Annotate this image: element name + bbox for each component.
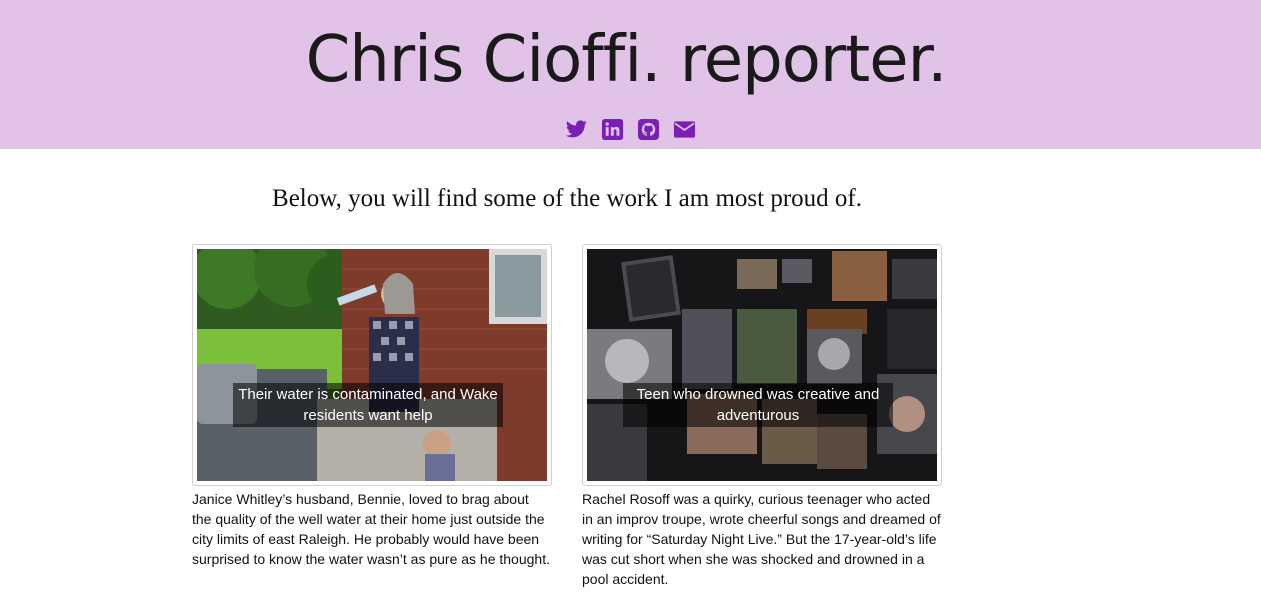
story-blurb: Rachel Rosoff was a quirky, curious teen… [582,491,941,587]
story-thumbnail-link[interactable]: Their water is contaminated, and Wake re… [192,244,552,486]
story-photo-teen [587,249,937,481]
twitter-link[interactable] [565,118,588,141]
site-header: Chris Cioffi. reporter. [0,0,1261,149]
envelope-icon [673,120,696,138]
github-icon [637,118,660,140]
intro-text: Below, you will find some of the work I … [272,185,862,212]
story-blurb: Janice Whitley’s husband, Bennie, loved … [192,491,550,567]
social-links [565,117,696,141]
linkedin-link[interactable] [601,118,624,141]
linkedin-icon [601,118,624,140]
story-caption: Their water is contaminated, and Wake re… [233,383,503,427]
twitter-icon [565,119,588,137]
github-link[interactable] [637,118,660,141]
story-photo-water [197,249,547,481]
story-card-teen: Teen who drowned was creative and advent… [582,244,942,589]
story-caption: Teen who drowned was creative and advent… [623,383,893,427]
story-card-water: Their water is contaminated, and Wake re… [192,244,552,569]
site-title: Chris Cioffi. reporter. [305,23,948,97]
story-thumbnail-link[interactable]: Teen who drowned was creative and advent… [582,244,942,486]
email-link[interactable] [673,118,696,141]
